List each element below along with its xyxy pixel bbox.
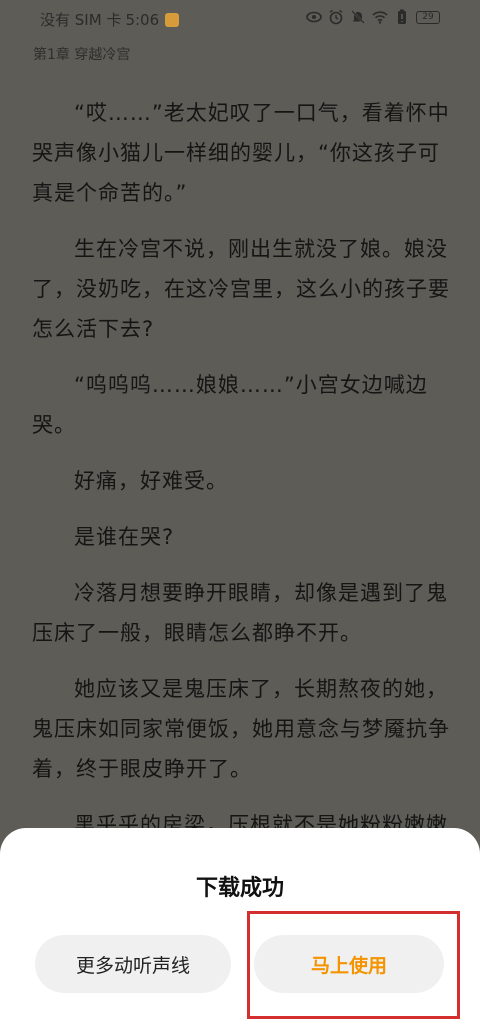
paragraph: “呜呜呜……娘娘……”小宫女边喊边哭。 — [32, 373, 428, 437]
paragraph: 冷落月想要睁开眼睛，却像是遇到了鬼压床了一般，眼睛怎么都睁不开。 — [32, 581, 448, 645]
battery-icon: 29 — [416, 10, 440, 24]
reader-content: “哎……”老太妃叹了一口气，看着怀中哭声像小猫儿一样细的婴儿，“你这孩子可真是个… — [32, 93, 452, 861]
dialog-title: 下载成功 — [195, 876, 284, 901]
status-bar: 没有 SIM 卡 5:06 29 — [0, 0, 480, 36]
paragraph: 好痛，好难受。 — [74, 469, 228, 493]
eye-icon — [306, 11, 322, 23]
wifi-icon — [372, 11, 388, 24]
more-voices-button[interactable]: 更多动听声线 — [35, 935, 231, 993]
paragraph: 是谁在哭? — [74, 525, 175, 549]
highlight-annotation — [247, 911, 460, 1019]
status-right: 29 — [306, 9, 440, 25]
paragraph: “哎……”老太妃叹了一口气，看着怀中哭声像小猫儿一样细的婴儿，“你这孩子可真是个… — [32, 101, 450, 205]
mute-icon — [351, 10, 365, 24]
status-left: 没有 SIM 卡 5:06 — [40, 9, 180, 30]
paragraph: 她应该又是鬼压床了，长期熬夜的她，鬼压床如同家常便饭，她用意念与梦魇抗争着，终于… — [32, 677, 450, 781]
clock: 5:06 — [125, 10, 160, 29]
alarm-icon — [329, 9, 343, 25]
app-notification-icon — [165, 12, 180, 27]
carrier-label: 没有 SIM 卡 — [40, 11, 122, 29]
battery-saver-icon — [398, 9, 406, 24]
chapter-title: 第1章 穿越冷宫 — [33, 47, 131, 63]
paragraph: 生在冷宫不说，刚出生就没了娘。娘没了，没奶吃，在这冷宫里，这么小的孩子要怎么活下… — [32, 237, 450, 341]
